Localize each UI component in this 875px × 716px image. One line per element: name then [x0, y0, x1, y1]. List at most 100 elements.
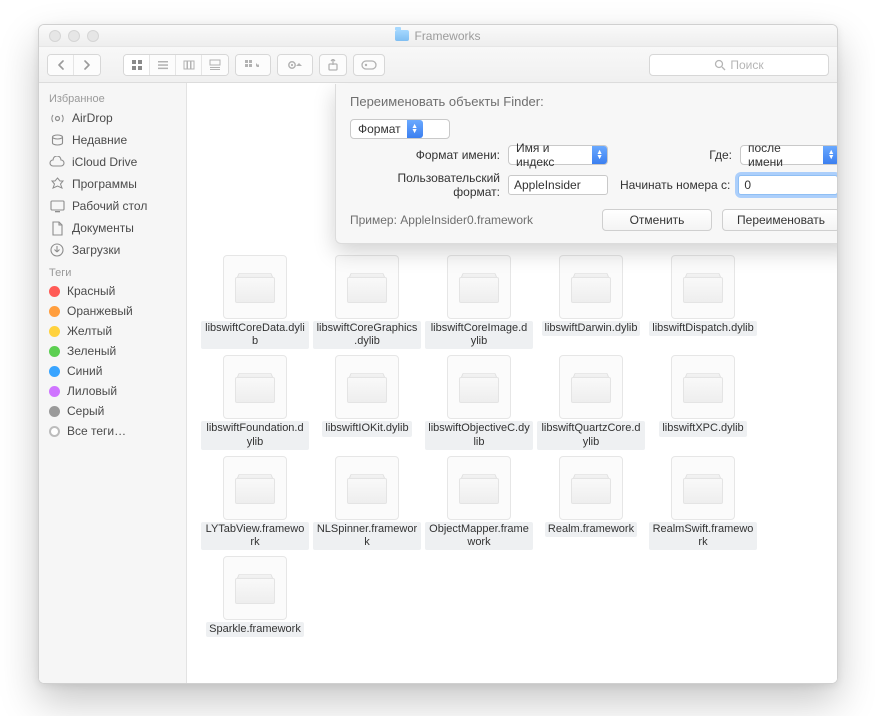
- zoom-window-button[interactable]: [87, 30, 99, 42]
- airdrop-icon: [49, 110, 65, 126]
- share-button[interactable]: [319, 54, 347, 76]
- sidebar-item-downloads[interactable]: Загрузки: [39, 239, 186, 261]
- icon-view-button[interactable]: [124, 55, 150, 75]
- sidebar-tag-green[interactable]: Зеленый: [39, 341, 186, 361]
- window-title: Frameworks: [39, 25, 837, 46]
- sidebar-item-label: Программы: [72, 177, 137, 191]
- file-name-label: NLSpinner.framework: [313, 522, 421, 550]
- file-item[interactable]: libswiftQuartzCore.dylib: [535, 355, 647, 449]
- where-label: Где:: [709, 148, 732, 162]
- dialog-title: Переименовать объекты Finder:: [350, 94, 837, 109]
- rename-dialog: Переименовать объекты Finder: Формат ▲▼ …: [335, 84, 837, 244]
- bundle-icon: [683, 472, 723, 504]
- file-name-label: libswiftCoreImage.dylib: [425, 321, 533, 349]
- bundle-icon: [235, 472, 275, 504]
- sidebar-item-icloud[interactable]: iCloud Drive: [39, 151, 186, 173]
- file-item[interactable]: Realm.framework: [535, 456, 647, 550]
- bundle-icon: [683, 371, 723, 403]
- file-item[interactable]: libswiftObjectiveC.dylib: [423, 355, 535, 449]
- bundle-icon: [459, 271, 499, 303]
- file-item[interactable]: libswiftDispatch.dylib: [647, 255, 759, 349]
- file-name-label: libswiftQuartzCore.dylib: [537, 421, 645, 449]
- sidebar-item-desktop[interactable]: Рабочий стол: [39, 195, 186, 217]
- back-button[interactable]: [48, 55, 74, 75]
- sidebar-item-recents[interactable]: Недавние: [39, 129, 186, 151]
- action-button[interactable]: [278, 55, 312, 75]
- file-name-label: libswiftCoreGraphics.dylib: [313, 321, 421, 349]
- arrange-button-group: [235, 54, 271, 76]
- cancel-button[interactable]: Отменить: [602, 209, 712, 231]
- sidebar-tag-red[interactable]: Красный: [39, 281, 186, 301]
- bundle-icon: [459, 472, 499, 504]
- file-item[interactable]: libswiftCoreImage.dylib: [423, 255, 535, 349]
- custom-format-input[interactable]: [508, 175, 608, 195]
- sidebar-item-label: AirDrop: [72, 111, 113, 125]
- bundle-icon: [459, 371, 499, 403]
- tag-dot-icon: [49, 286, 60, 297]
- file-item[interactable]: libswiftCoreData.dylib: [199, 255, 311, 349]
- file-item[interactable]: libswiftFoundation.dylib: [199, 355, 311, 449]
- file-name-label: libswiftDispatch.dylib: [649, 321, 756, 336]
- coverflow-view-button[interactable]: [202, 55, 228, 75]
- file-name-label: Realm.framework: [545, 522, 637, 537]
- file-item[interactable]: LYTabView.framework: [199, 456, 311, 550]
- sidebar-item-label: Рабочий стол: [72, 199, 147, 213]
- file-item[interactable]: Sparkle.framework: [199, 556, 311, 637]
- chevron-updown-icon: ▲▼: [823, 146, 837, 164]
- close-window-button[interactable]: [49, 30, 61, 42]
- sidebar-tag-blue[interactable]: Синий: [39, 361, 186, 381]
- search-field[interactable]: Поиск: [649, 54, 829, 76]
- tags-button[interactable]: [353, 54, 385, 76]
- applications-icon: [49, 176, 65, 192]
- sidebar-tag-yellow[interactable]: Желтый: [39, 321, 186, 341]
- sidebar-tag-orange[interactable]: Оранжевый: [39, 301, 186, 321]
- forward-button[interactable]: [74, 55, 100, 75]
- bundle-icon: [235, 271, 275, 303]
- file-name-label: libswiftCoreData.dylib: [201, 321, 309, 349]
- sidebar-favorites-header: Избранное: [39, 87, 186, 107]
- file-name-label: LYTabView.framework: [201, 522, 309, 550]
- file-item[interactable]: ObjectMapper.framework: [423, 456, 535, 550]
- where-value: после имени: [748, 141, 817, 169]
- file-item[interactable]: libswiftIOKit.dylib: [311, 355, 423, 449]
- file-item[interactable]: libswiftXPC.dylib: [647, 355, 759, 449]
- sidebar-item-documents[interactable]: Документы: [39, 217, 186, 239]
- file-name-label: libswiftDarwin.dylib: [542, 321, 641, 336]
- file-name-label: Sparkle.framework: [206, 622, 304, 637]
- tag-dot-icon: [49, 346, 60, 357]
- where-select[interactable]: после имени ▲▼: [740, 145, 837, 165]
- start-number-input[interactable]: [738, 175, 837, 195]
- bundle-icon: [235, 572, 275, 604]
- name-format-select[interactable]: Имя и индекс ▲▼: [508, 145, 608, 165]
- finder-window: Frameworks: [38, 24, 838, 684]
- file-item[interactable]: libswiftDarwin.dylib: [535, 255, 647, 349]
- rename-button[interactable]: Переименовать: [722, 209, 837, 231]
- column-view-button[interactable]: [176, 55, 202, 75]
- file-item[interactable]: RealmSwift.framework: [647, 456, 759, 550]
- bundle-icon: [235, 371, 275, 403]
- titlebar: Frameworks: [39, 25, 837, 47]
- file-name-label: libswiftObjectiveC.dylib: [425, 421, 533, 449]
- rename-mode-select[interactable]: Формат ▲▼: [350, 119, 450, 139]
- tag-dot-icon: [49, 306, 60, 317]
- bundle-icon: [347, 271, 387, 303]
- content-area: .dylib libswiftCoreData.dylib libswiftCo…: [187, 83, 837, 683]
- file-item[interactable]: NLSpinner.framework: [311, 456, 423, 550]
- file-item[interactable]: libswiftCoreGraphics.dylib: [311, 255, 423, 349]
- sidebar-item-label: Документы: [72, 221, 134, 235]
- sidebar-item-applications[interactable]: Программы: [39, 173, 186, 195]
- minimize-window-button[interactable]: [68, 30, 80, 42]
- file-name-label: RealmSwift.framework: [649, 522, 757, 550]
- tag-dot-icon: [49, 406, 60, 417]
- sidebar-tag-purple[interactable]: Лиловый: [39, 381, 186, 401]
- nav-buttons: [47, 54, 101, 76]
- list-view-button[interactable]: [150, 55, 176, 75]
- sidebar-tag-gray[interactable]: Серый: [39, 401, 186, 421]
- tag-dot-icon: [49, 366, 60, 377]
- search-placeholder: Поиск: [730, 58, 763, 72]
- arrange-button[interactable]: [236, 55, 270, 75]
- sidebar-tag-label: Желтый: [67, 324, 112, 338]
- sidebar-tag-all[interactable]: Все теги…: [39, 421, 186, 441]
- recents-icon: [49, 132, 65, 148]
- sidebar-item-airdrop[interactable]: AirDrop: [39, 107, 186, 129]
